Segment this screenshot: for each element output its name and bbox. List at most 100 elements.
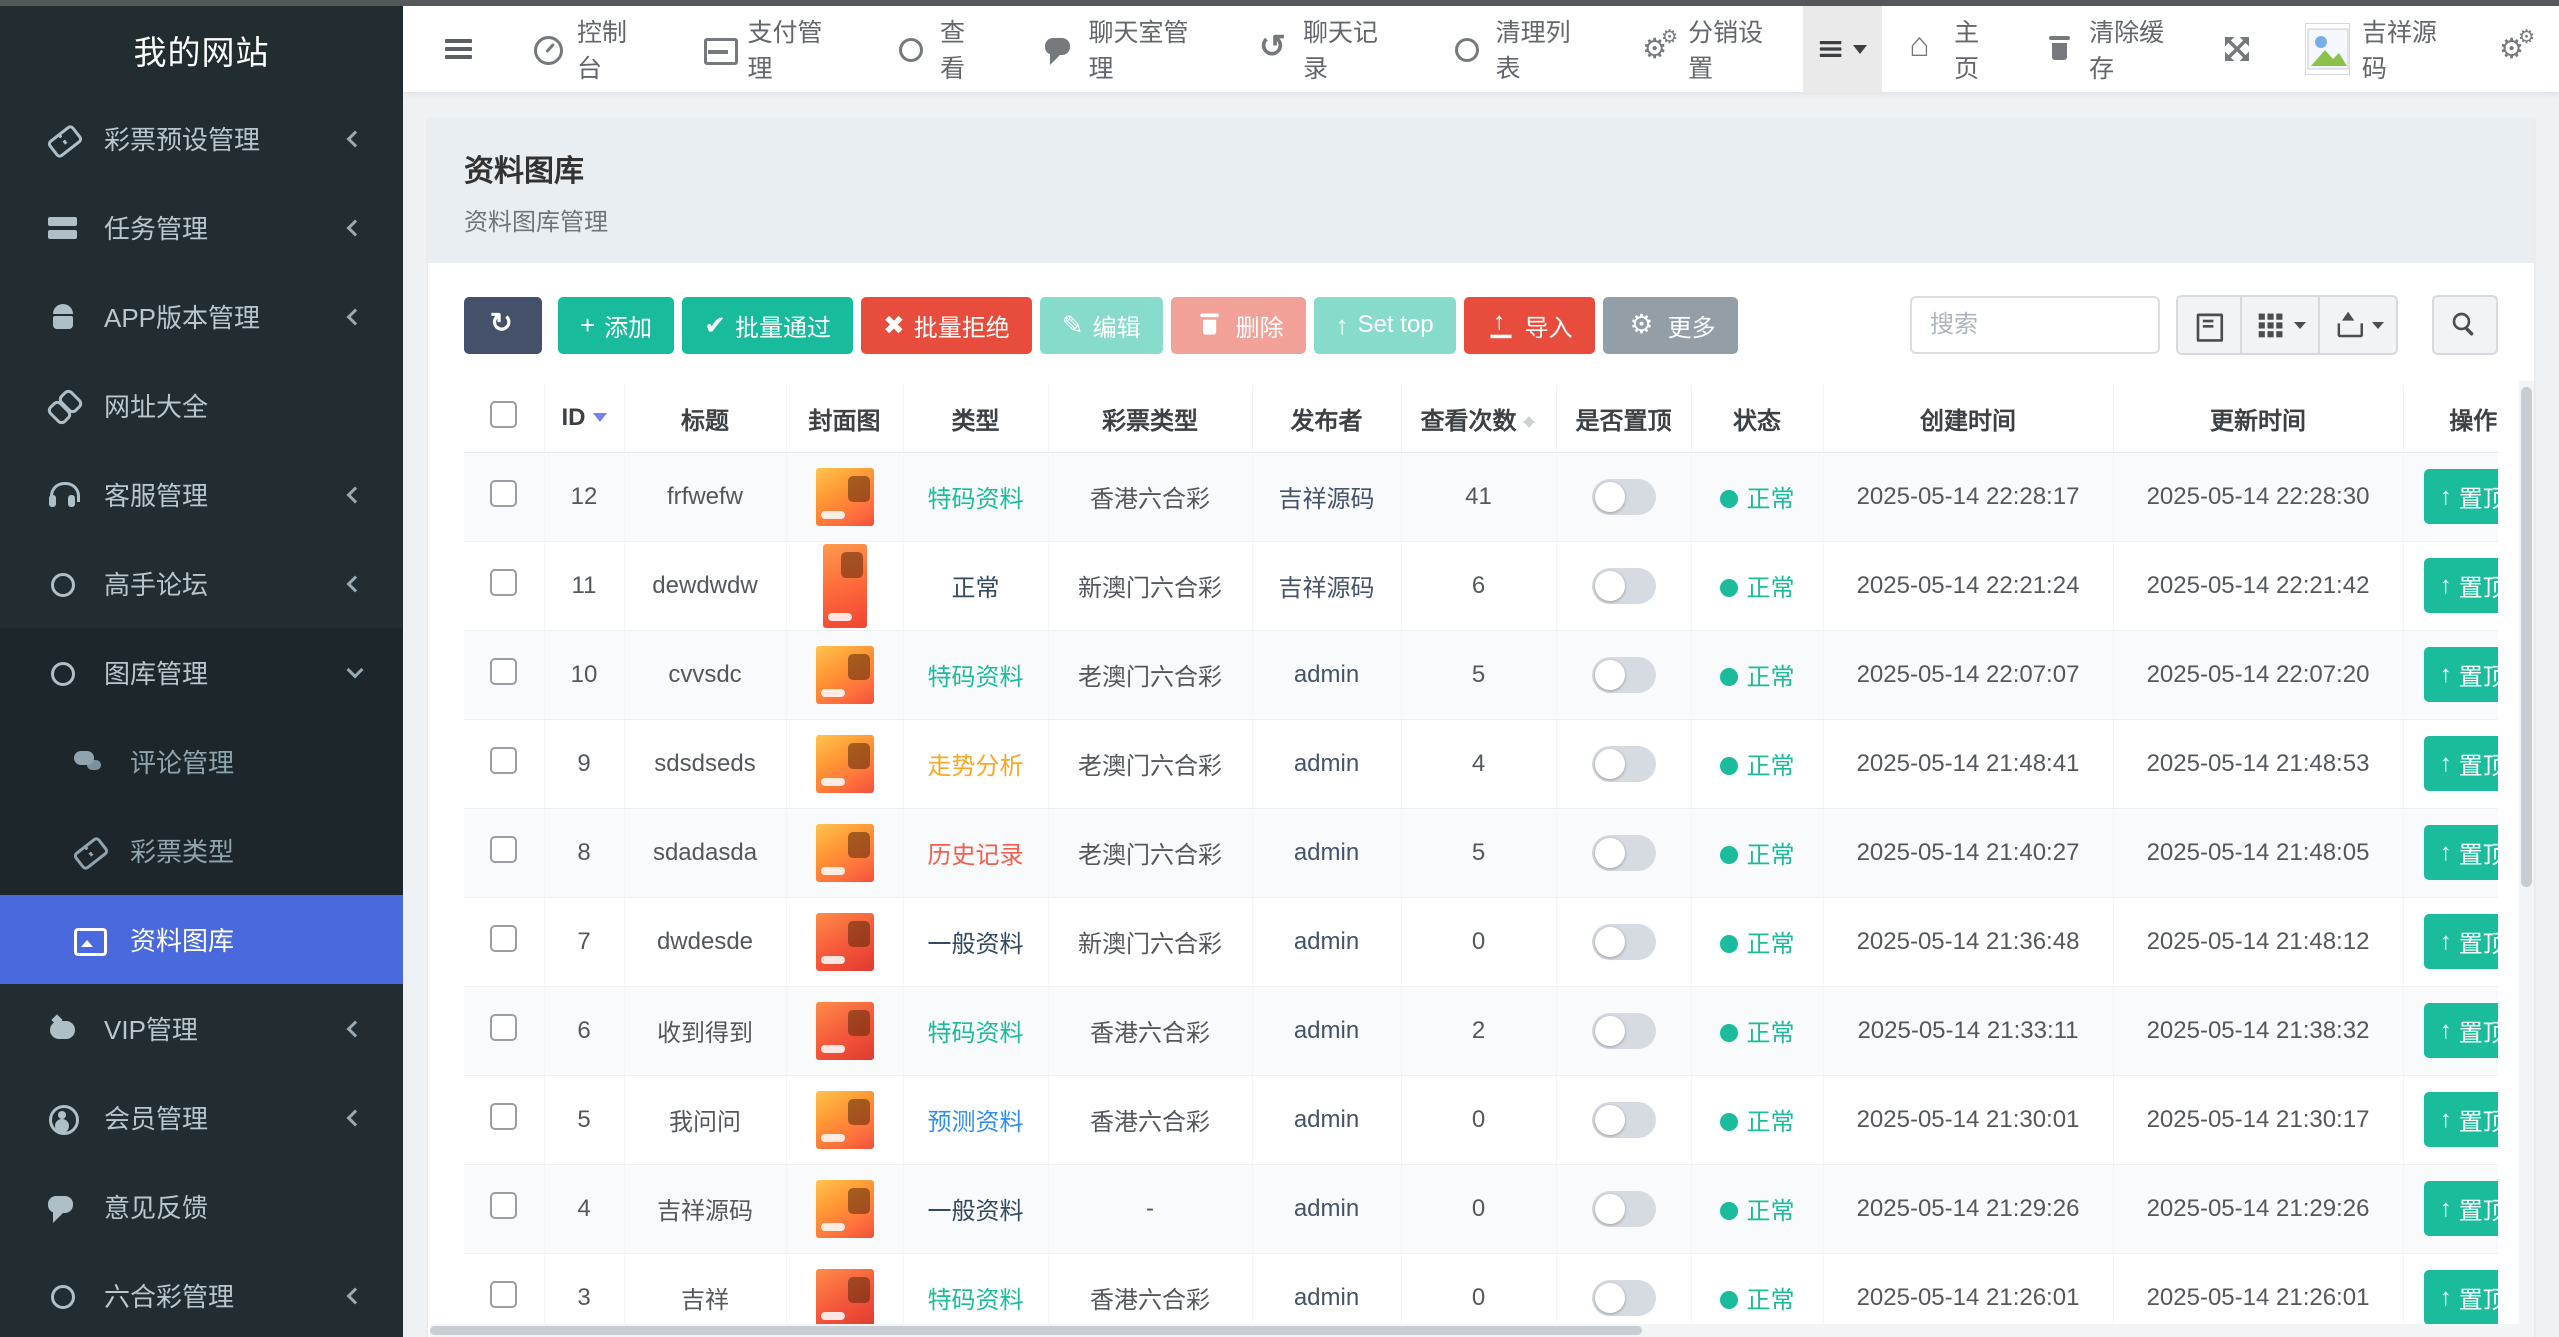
- pin-toggle-off[interactable]: [1591, 745, 1656, 782]
- col-类型[interactable]: 类型: [903, 385, 1049, 453]
- pin-button[interactable]: ↑ 置顶: [2423, 736, 2498, 791]
- pin-button[interactable]: ↑ 置顶: [2423, 825, 2498, 880]
- col-更新时间[interactable]: 更新时间: [2113, 385, 2404, 453]
- pin-button[interactable]: ↑ 置顶: [2423, 558, 2498, 613]
- pin-toggle-off[interactable]: [1591, 1190, 1656, 1227]
- sidebar-subitem-资料图库[interactable]: 资料图库: [0, 895, 403, 984]
- columns-dropdown-button[interactable]: [2242, 297, 2320, 353]
- col-状态[interactable]: 状态: [1691, 385, 1824, 453]
- nav-item-聊天记录[interactable]: 聊天记录: [1225, 6, 1418, 93]
- vertical-scrollbar[interactable]: [2519, 381, 2534, 1337]
- horizontal-scrollbar-thumb[interactable]: [430, 1326, 1642, 1335]
- row-checkbox[interactable]: [490, 924, 518, 952]
- select-all-checkbox[interactable]: [490, 401, 518, 429]
- nav-item-控制台[interactable]: 控制台: [499, 6, 670, 93]
- horizontal-scrollbar[interactable]: [430, 1324, 2519, 1337]
- pin-button[interactable]: ↑ 置顶: [2423, 1003, 2498, 1058]
- pin-toggle-off[interactable]: [1591, 1012, 1656, 1049]
- pin-toggle-off[interactable]: [1591, 1279, 1656, 1316]
- col-查看次数[interactable]: 查看次数: [1401, 385, 1557, 453]
- import-button[interactable]: 导入: [1463, 296, 1595, 354]
- sidebar-item-高手论坛[interactable]: 高手论坛: [0, 539, 403, 628]
- publisher-link[interactable]: admin: [1294, 839, 1359, 866]
- publisher-link[interactable]: admin: [1294, 928, 1359, 955]
- publisher-link[interactable]: admin: [1294, 661, 1359, 688]
- row-checkbox[interactable]: [490, 1102, 518, 1130]
- set-top-button[interactable]: ↑ Set top: [1313, 296, 1456, 354]
- col-标题[interactable]: 标题: [624, 385, 787, 453]
- sidebar-toggle-icon[interactable]: [445, 37, 473, 61]
- row-checkbox[interactable]: [490, 1191, 518, 1219]
- sidebar-item-VIP管理[interactable]: VIP管理: [0, 984, 403, 1073]
- refresh-button[interactable]: [464, 296, 542, 354]
- pin-toggle-off[interactable]: [1591, 567, 1656, 604]
- sidebar-item-网址大全[interactable]: 网址大全: [0, 361, 403, 450]
- row-checkbox[interactable]: [490, 746, 518, 774]
- export-dropdown-button[interactable]: [2320, 297, 2396, 353]
- sidebar-subitem-评论管理[interactable]: 评论管理: [0, 717, 403, 806]
- publisher-link[interactable]: admin: [1294, 1195, 1359, 1222]
- col-封面图[interactable]: 封面图: [786, 385, 904, 453]
- pin-button[interactable]: ↑ 置顶: [2423, 647, 2498, 702]
- sidebar-item-六合彩管理[interactable]: 六合彩管理: [0, 1251, 403, 1337]
- nav-item-查看[interactable]: 查看: [862, 6, 1011, 93]
- publisher-link[interactable]: admin: [1294, 1017, 1359, 1044]
- row-checkbox[interactable]: [490, 568, 518, 596]
- sidebar-item-会员管理[interactable]: 会员管理: [0, 1073, 403, 1162]
- fullscreen-button[interactable]: [2195, 6, 2279, 93]
- sidebar-item-APP版本管理[interactable]: APP版本管理: [0, 272, 403, 361]
- batch-reject-button[interactable]: ✖ 批量拒绝: [860, 296, 1032, 354]
- search-button[interactable]: [2432, 295, 2498, 355]
- pin-toggle-off[interactable]: [1591, 478, 1656, 515]
- vertical-scrollbar-thumb[interactable]: [2521, 387, 2532, 887]
- col-是否置顶[interactable]: 是否置顶: [1556, 385, 1692, 453]
- nav-settings[interactable]: [2473, 6, 2559, 93]
- more-button[interactable]: 更多: [1602, 296, 1738, 354]
- col-创建时间[interactable]: 创建时间: [1823, 385, 2114, 453]
- sidebar-item-彩票预设管理[interactable]: 彩票预设管理: [0, 94, 403, 183]
- nav-clear-cache[interactable]: 清除缓存: [2017, 6, 2195, 93]
- publisher-link[interactable]: admin: [1294, 750, 1359, 777]
- publisher-link[interactable]: 吉祥源码: [1279, 575, 1375, 602]
- sidebar-subitem-彩票类型[interactable]: 彩票类型: [0, 806, 403, 895]
- col-ID[interactable]: ID: [544, 385, 625, 453]
- nav-item-支付管理[interactable]: 支付管理: [670, 6, 863, 93]
- row-checkbox[interactable]: [490, 835, 518, 863]
- row-checkbox[interactable]: [490, 1280, 518, 1308]
- publisher-link[interactable]: admin: [1294, 1284, 1359, 1311]
- pin-toggle-off[interactable]: [1591, 923, 1656, 960]
- pin-toggle-off[interactable]: [1591, 1101, 1656, 1138]
- row-checkbox[interactable]: [490, 657, 518, 685]
- sidebar-item-图库管理[interactable]: 图库管理: [0, 628, 403, 717]
- nav-home[interactable]: 主页: [1882, 6, 2017, 93]
- pin-toggle-off[interactable]: [1591, 656, 1656, 693]
- add-button[interactable]: + 添加: [558, 296, 675, 354]
- publisher-link[interactable]: 吉祥源码: [1279, 486, 1375, 513]
- pin-button[interactable]: ↑ 置顶: [2423, 1092, 2498, 1147]
- nav-item-清理列表[interactable]: 清理列表: [1418, 6, 1611, 93]
- pin-button[interactable]: ↑ 置顶: [2423, 469, 2498, 524]
- sidebar-item-任务管理[interactable]: 任务管理: [0, 183, 403, 272]
- status-dot-icon: [1719, 1202, 1738, 1220]
- nav-item-分销设置[interactable]: 分销设置: [1610, 6, 1803, 93]
- col-操作[interactable]: 操作: [2403, 385, 2498, 453]
- search-input[interactable]: [1910, 296, 2160, 354]
- user-menu[interactable]: 吉祥源码: [2279, 6, 2473, 93]
- nav-menu-dropdown[interactable]: [1802, 5, 1883, 93]
- pin-button[interactable]: ↑ 置顶: [2423, 1270, 2498, 1325]
- col-发布者[interactable]: 发布者: [1252, 385, 1402, 453]
- pin-toggle-off[interactable]: [1591, 834, 1656, 871]
- pin-button[interactable]: ↑ 置顶: [2423, 914, 2498, 969]
- toggle-list-view-button[interactable]: [2178, 297, 2242, 353]
- sidebar-item-客服管理[interactable]: 客服管理: [0, 450, 403, 539]
- batch-approve-button[interactable]: ✔ 批量通过: [682, 296, 853, 354]
- edit-button[interactable]: ✎ 编辑: [1039, 296, 1163, 354]
- sidebar-item-意见反馈[interactable]: 意见反馈: [0, 1162, 403, 1251]
- delete-button[interactable]: 删除: [1170, 296, 1306, 354]
- row-checkbox[interactable]: [490, 1013, 518, 1041]
- col-彩票类型[interactable]: 彩票类型: [1048, 385, 1253, 453]
- publisher-link[interactable]: admin: [1294, 1106, 1359, 1133]
- row-checkbox[interactable]: [490, 479, 518, 507]
- nav-item-聊天室管理[interactable]: 聊天室管理: [1011, 6, 1226, 93]
- pin-button[interactable]: ↑ 置顶: [2423, 1181, 2498, 1236]
